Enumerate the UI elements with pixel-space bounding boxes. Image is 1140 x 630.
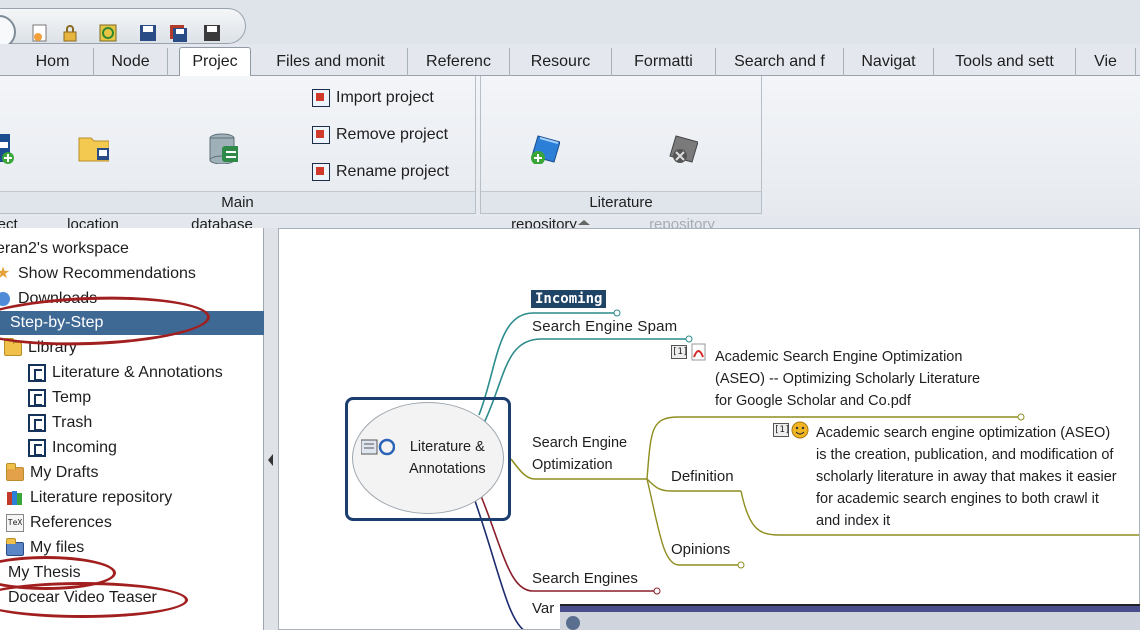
- tree-item-literature-repository[interactable]: Literature repository: [6, 486, 270, 510]
- tree-item-docear-video-teaser[interactable]: Docear Video Teaser: [0, 586, 258, 610]
- collapse-ribbon-icon[interactable]: [578, 220, 590, 225]
- tab-resources[interactable]: Resourc: [510, 48, 612, 76]
- tab-project[interactable]: Projec: [179, 47, 251, 77]
- tree-workspace-root[interactable]: eran2's workspace: [0, 237, 260, 261]
- save-all-icon[interactable]: [166, 21, 190, 45]
- drafts-folder-icon: [6, 463, 24, 482]
- window-app-icon: [566, 616, 580, 630]
- remove-book-icon: [669, 135, 698, 163]
- group-label-literature: Literature: [481, 191, 761, 213]
- node-definition[interactable]: Definition: [671, 466, 734, 488]
- mindmap-doc-icon: [0, 564, 2, 582]
- save-icon[interactable]: [136, 21, 160, 45]
- tab-formatting[interactable]: Formatti: [612, 48, 716, 76]
- tab-view[interactable]: Vie: [1076, 48, 1136, 76]
- save-as-icon[interactable]: [200, 21, 224, 45]
- node-search-engines[interactable]: Search Engines: [532, 568, 638, 590]
- star-icon: ★: [0, 265, 11, 282]
- folder-open-icon: [78, 137, 109, 162]
- folder-icon: [4, 338, 22, 357]
- ribbon-panel: ew oject Open location Change reference …: [0, 76, 1140, 233]
- citation-icon: [1]: [773, 423, 791, 437]
- tree-item-my-drafts[interactable]: My Drafts: [6, 461, 270, 485]
- bibtex-icon: TeX: [6, 514, 24, 532]
- tab-files-and-monitoring[interactable]: Files and monit: [254, 48, 408, 76]
- rename-project-button[interactable]: Rename project: [312, 160, 449, 184]
- tree-item-references[interactable]: TeX References: [6, 511, 270, 535]
- new-doc-icon[interactable]: [28, 21, 52, 45]
- collapse-sidebar-icon[interactable]: [268, 454, 273, 466]
- mindmap-doc-icon: [28, 364, 46, 382]
- quick-access-toolbar: [0, 8, 246, 49]
- tree-item-incoming[interactable]: Incoming: [28, 436, 292, 460]
- overlapping-window-titlebar: [560, 604, 1140, 630]
- root-node-frame[interactable]: Literature & Annotations: [345, 397, 511, 521]
- rename-project-icon: [312, 163, 330, 181]
- tree-item-downloads[interactable]: Downloads: [0, 287, 258, 311]
- files-folder-icon: [6, 538, 24, 557]
- tree-item-literature-annotations[interactable]: Literature & Annotations: [28, 361, 292, 385]
- lock-icon[interactable]: [58, 21, 82, 45]
- refresh-icon[interactable]: [96, 21, 120, 45]
- ribbon-group-literature: Add literature repository Remove literat…: [480, 76, 762, 233]
- refresh-link-icon: [360, 438, 396, 456]
- remove-project-icon: [312, 126, 330, 144]
- root-node[interactable]: Literature & Annotations: [352, 402, 504, 514]
- node-opinions[interactable]: Opinions: [671, 539, 730, 561]
- node-icons: [360, 437, 396, 462]
- new-project-icon: [0, 134, 14, 164]
- tree-item-trash[interactable]: Trash: [28, 411, 292, 435]
- books-icon: [6, 489, 24, 507]
- node-definition-text[interactable]: Academic search engine optimization (ASE…: [816, 422, 1117, 532]
- mindmap-doc-icon: [0, 589, 2, 607]
- tree-item-show-recommendations[interactable]: ★ Show Recommendations: [0, 262, 258, 286]
- tree-item-step-by-step[interactable]: Step-by-Step: [0, 311, 264, 335]
- tab-references[interactable]: Referenc: [408, 48, 510, 76]
- import-project-button[interactable]: Import project: [312, 86, 434, 110]
- tab-home[interactable]: Hom: [12, 48, 94, 76]
- import-project-icon: [312, 89, 330, 107]
- edge-spam: [483, 338, 689, 424]
- tab-search-and-filter[interactable]: Search and f: [716, 48, 844, 76]
- tab-node[interactable]: Node: [94, 48, 168, 76]
- database-icon: [209, 133, 238, 164]
- mindmap-doc-icon: [28, 414, 46, 432]
- globe-icon: [0, 290, 12, 308]
- mindmap-canvas[interactable]: Literature & Annotations Incoming Search…: [278, 228, 1140, 630]
- panel-splitter[interactable]: [264, 228, 278, 630]
- node-var[interactable]: Var: [532, 598, 554, 620]
- node-search-engine-optimization[interactable]: Search Engine Optimization: [532, 432, 627, 476]
- group-label-main: Main: [0, 191, 475, 213]
- tree-item-my-thesis[interactable]: My Thesis: [0, 561, 258, 585]
- tree-item-temp[interactable]: Temp: [28, 386, 292, 410]
- tree-item-my-files[interactable]: My files: [6, 536, 270, 560]
- mindmap-doc-icon: [28, 439, 46, 457]
- tab-navigate[interactable]: Navigat: [844, 48, 934, 76]
- tab-tools-and-settings[interactable]: Tools and sett: [934, 48, 1076, 76]
- tree-item-library[interactable]: Library: [4, 336, 268, 360]
- mindmap-doc-icon: [28, 389, 46, 407]
- node-pdf-title[interactable]: Academic Search Engine Optimization (ASE…: [715, 346, 980, 412]
- title-bar: [0, 0, 1140, 49]
- ribbon-tab-bar: Hom Node Projec Files and monit Referenc…: [0, 44, 1140, 77]
- workspace-tree: eran2's workspace ★ Show Recommendations …: [0, 228, 264, 630]
- root-node-label: Literature & Annotations: [409, 439, 486, 477]
- citation-icon: [1]: [671, 345, 689, 359]
- node-incoming[interactable]: Incoming: [531, 290, 607, 308]
- pdf-icon: [691, 343, 707, 361]
- node-search-engine-spam[interactable]: Search Engine Spam: [532, 316, 677, 338]
- ribbon-group-main: ew oject Open location Change reference …: [0, 76, 476, 233]
- remove-project-button[interactable]: Remove project: [312, 123, 448, 147]
- smiley-icon: [791, 421, 809, 439]
- add-book-icon: [531, 135, 560, 164]
